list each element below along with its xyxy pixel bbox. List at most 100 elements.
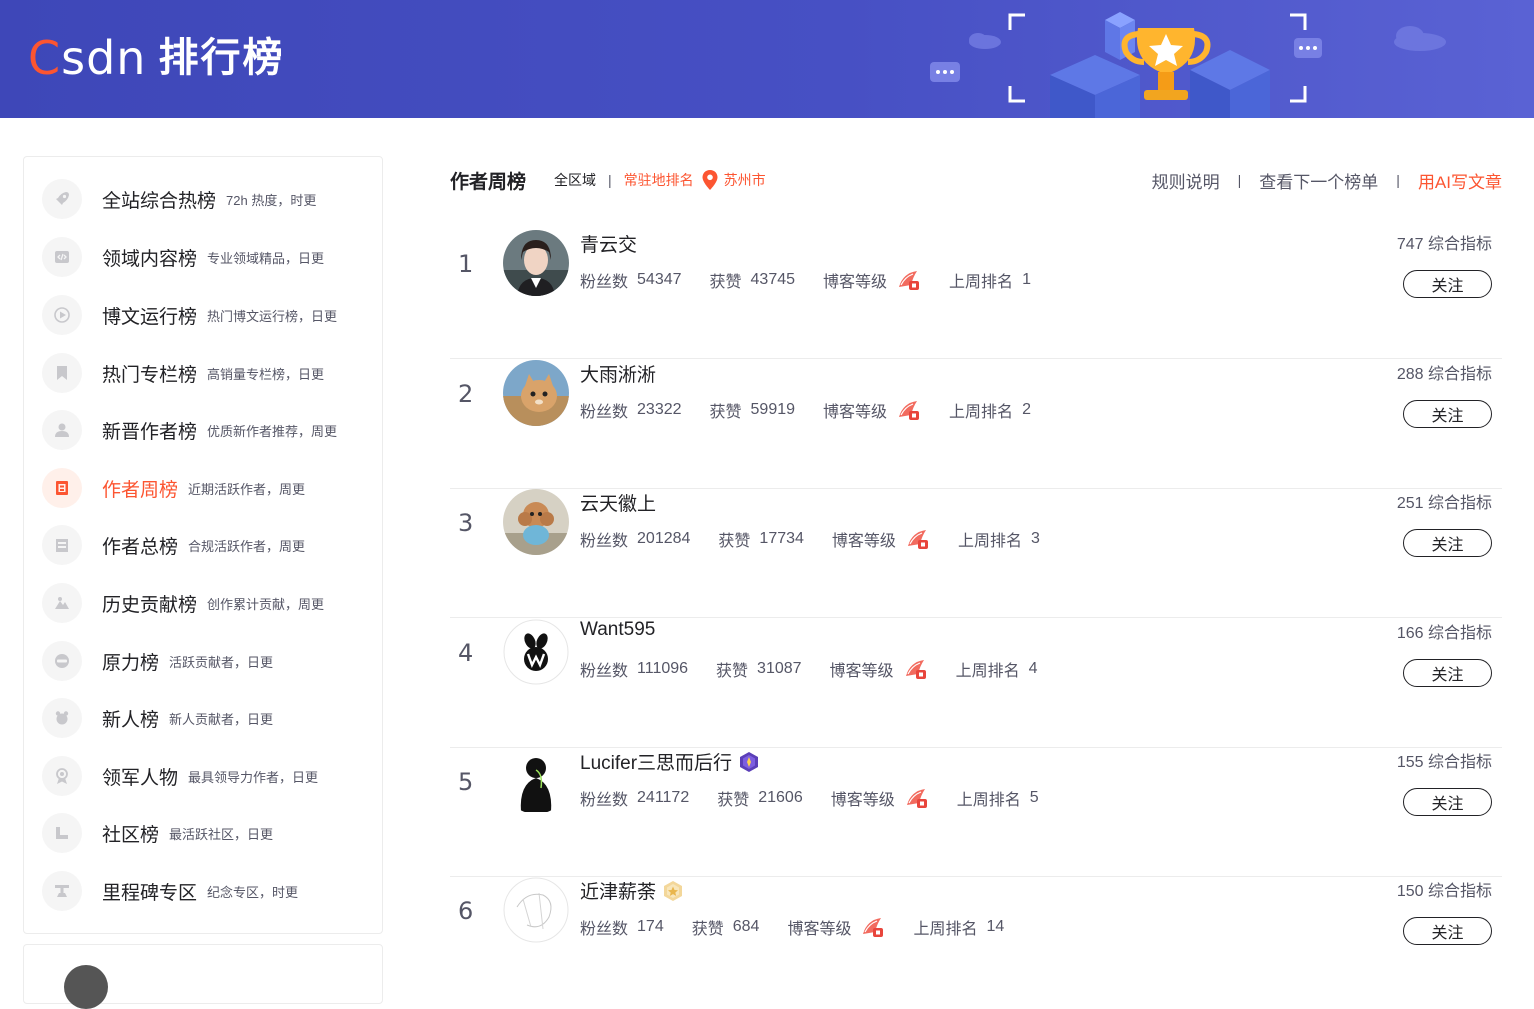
likes-count: 17734 [759, 530, 804, 547]
likes-count: 21606 [758, 789, 803, 806]
follow-button[interactable]: 关注 [1403, 529, 1492, 557]
board-toolbar: 作者周榜 全区域 | 常驻地排名 苏州市 规则说明 | 查看下一个榜单 | 用A… [450, 160, 1502, 200]
sidebar-user-card [23, 944, 383, 1009]
sidebar-item-column[interactable]: 热门专栏榜 高销量专栏榜，日更 [42, 351, 372, 395]
likes-count: 31087 [757, 660, 802, 677]
avatar[interactable] [503, 360, 569, 426]
resident-rank-link[interactable]: 常驻地排名 [624, 170, 694, 190]
author-name[interactable]: 云天徽上 [580, 489, 656, 516]
score-indicator: 747 综合指标 [1396, 236, 1492, 253]
play-icon [42, 295, 82, 335]
follow-button[interactable]: 关注 [1403, 788, 1492, 816]
avatar[interactable] [503, 877, 569, 943]
board-title: 作者周榜 [450, 171, 527, 193]
follow-button[interactable]: 关注 [1403, 400, 1492, 428]
sidebar-item-blog-run[interactable]: 博文运行榜 热门博文运行榜，日更 [42, 293, 372, 337]
blog-level-icon [905, 660, 926, 679]
follow-button[interactable]: 关注 [1403, 917, 1492, 945]
last-week-rank: 5 [1029, 789, 1039, 806]
rank-number: 4 [458, 639, 474, 667]
divider: | [1396, 172, 1400, 188]
score-indicator: 288 综合指标 [1396, 366, 1492, 383]
sidebar-item-domain[interactable]: 领域内容榜 专业领域精品，日更 [42, 235, 372, 279]
author-name[interactable]: 近津薪荼 [580, 877, 656, 904]
sidebar-item-community[interactable]: 社区榜 最活跃社区，日更 [42, 811, 372, 855]
city-selector[interactable]: 苏州市 [724, 170, 766, 190]
avatar[interactable] [503, 748, 569, 814]
sidebar-item-new-author[interactable]: 新晋作者榜 优质新作者推荐，周更 [42, 408, 372, 452]
rank-number: 5 [458, 768, 474, 796]
last-week-rank: 3 [1030, 530, 1040, 547]
bookmark-icon [42, 353, 82, 393]
user-icon [42, 410, 82, 450]
purple-hexagon-badge-icon [740, 751, 759, 772]
author-stats: 粉丝数 201284 获赞 17734 博客等级 上周排名 3 [580, 530, 1040, 550]
medal-icon [42, 756, 82, 796]
fans-count: 174 [637, 918, 664, 935]
community-icon [42, 813, 82, 853]
score-indicator: 251 综合指标 [1396, 495, 1492, 512]
sidebar-item-force[interactable]: 原力榜 活跃贡献者，日更 [42, 639, 372, 683]
toolbar-links: 规则说明 | 查看下一个榜单 | 用AI写文章 [1152, 160, 1502, 200]
last-week-rank: 2 [1022, 401, 1031, 418]
location-pin-icon [702, 170, 718, 190]
blog-level-icon [899, 271, 920, 290]
avatar[interactable] [64, 965, 108, 1009]
total-icon [42, 525, 82, 565]
author-name[interactable]: Lucifer三思而后行 [580, 748, 732, 775]
table-row: 6 近津薪荼 粉丝数 174 获赞 684 博客等级 上周排名 14 150 综合指标… [450, 877, 1502, 1006]
score-indicator: 166 综合指标 [1396, 625, 1492, 642]
blog-level-icon [907, 530, 928, 549]
region-filter-all[interactable]: 全区域 [554, 170, 596, 190]
last-week-rank: 14 [986, 918, 1005, 935]
table-row: 5 Lucifer三思而后行 粉丝数 241172 获赞 21606 博客等级 上周… [450, 748, 1502, 877]
author-stats: 粉丝数 111096 获赞 31087 博客等级 上周排名 4 [580, 660, 1038, 680]
rank-number: 3 [458, 509, 474, 537]
author-name[interactable]: Want595 [580, 619, 655, 641]
author-stats: 粉丝数 54347 获赞 43745 博客等级 上周排名 1 [580, 271, 1031, 291]
trophy-banner-illustration [930, 12, 1446, 118]
fans-count: 23322 [637, 401, 682, 418]
new-badge-icon [42, 641, 82, 681]
milestone-icon [42, 871, 82, 911]
score-indicator: 150 综合指标 [1396, 883, 1492, 900]
sidebar-item-milestone[interactable]: 里程碑专区 纪念专区，时更 [42, 869, 372, 913]
likes-count: 684 [732, 918, 760, 935]
table-row: 1 青云交 粉丝数 54347 获赞 43745 博客等级 上周排名 1 747 综合… [450, 230, 1502, 359]
next-board-link[interactable]: 查看下一个榜单 [1259, 168, 1378, 193]
sidebar-item-author-total[interactable]: 作者总榜 合规活跃作者，周更 [42, 523, 372, 567]
newbie-icon [42, 698, 82, 738]
follow-button[interactable]: 关注 [1403, 659, 1492, 687]
avatar[interactable] [503, 619, 569, 685]
rocket-icon [42, 179, 82, 219]
divider: | [608, 172, 612, 188]
table-row: 4 Want595 粉丝数 111096 获赞 31087 博客等级 上周排名 4 1… [450, 619, 1502, 748]
avatar[interactable] [503, 230, 569, 296]
blog-level-icon [863, 918, 884, 937]
sidebar-item-author-weekly[interactable]: 作者周榜 近期活跃作者，周更 [42, 466, 372, 510]
page-title: 排行榜 [158, 36, 285, 80]
author-stats: 粉丝数 241172 获赞 21606 博客等级 上周排名 5 [580, 789, 1039, 809]
fans-count: 111096 [637, 660, 689, 677]
likes-count: 59919 [750, 401, 796, 418]
blog-level-icon [899, 401, 920, 420]
table-row: 2 大雨淅淅 粉丝数 23322 获赞 59919 博客等级 上周排名 2 288 综… [450, 360, 1502, 489]
author-name[interactable]: 大雨淅淅 [580, 360, 656, 387]
page-header: CSDN 排行榜 [0, 0, 1534, 118]
logo-c: C [28, 31, 62, 85]
sidebar-item-newcomer[interactable]: 新人榜 新人贡献者，日更 [42, 696, 372, 740]
author-stats: 粉丝数 23322 获赞 59919 博客等级 上周排名 2 [580, 401, 1031, 421]
sidebar-item-site-hot[interactable]: 全站综合热榜 72h 热度，时更 [42, 177, 372, 221]
csdn-logo[interactable]: CSDN 排行榜 [28, 30, 284, 86]
rank-number: 6 [458, 897, 474, 925]
follow-button[interactable]: 关注 [1403, 270, 1492, 298]
logo-rest: SDN [61, 31, 147, 85]
sidebar-item-leader[interactable]: 领军人物 最具领导力作者，日更 [42, 754, 372, 798]
author-name[interactable]: 青云交 [580, 230, 637, 257]
rules-link[interactable]: 规则说明 [1152, 168, 1220, 193]
fans-count: 54347 [637, 271, 682, 288]
avatar[interactable] [503, 489, 569, 555]
sidebar-item-history[interactable]: 历史贡献榜 创作累计贡献，周更 [42, 581, 372, 625]
score-indicator: 155 综合指标 [1396, 754, 1492, 771]
ai-write-article-link[interactable]: 用AI写文章 [1418, 168, 1502, 193]
